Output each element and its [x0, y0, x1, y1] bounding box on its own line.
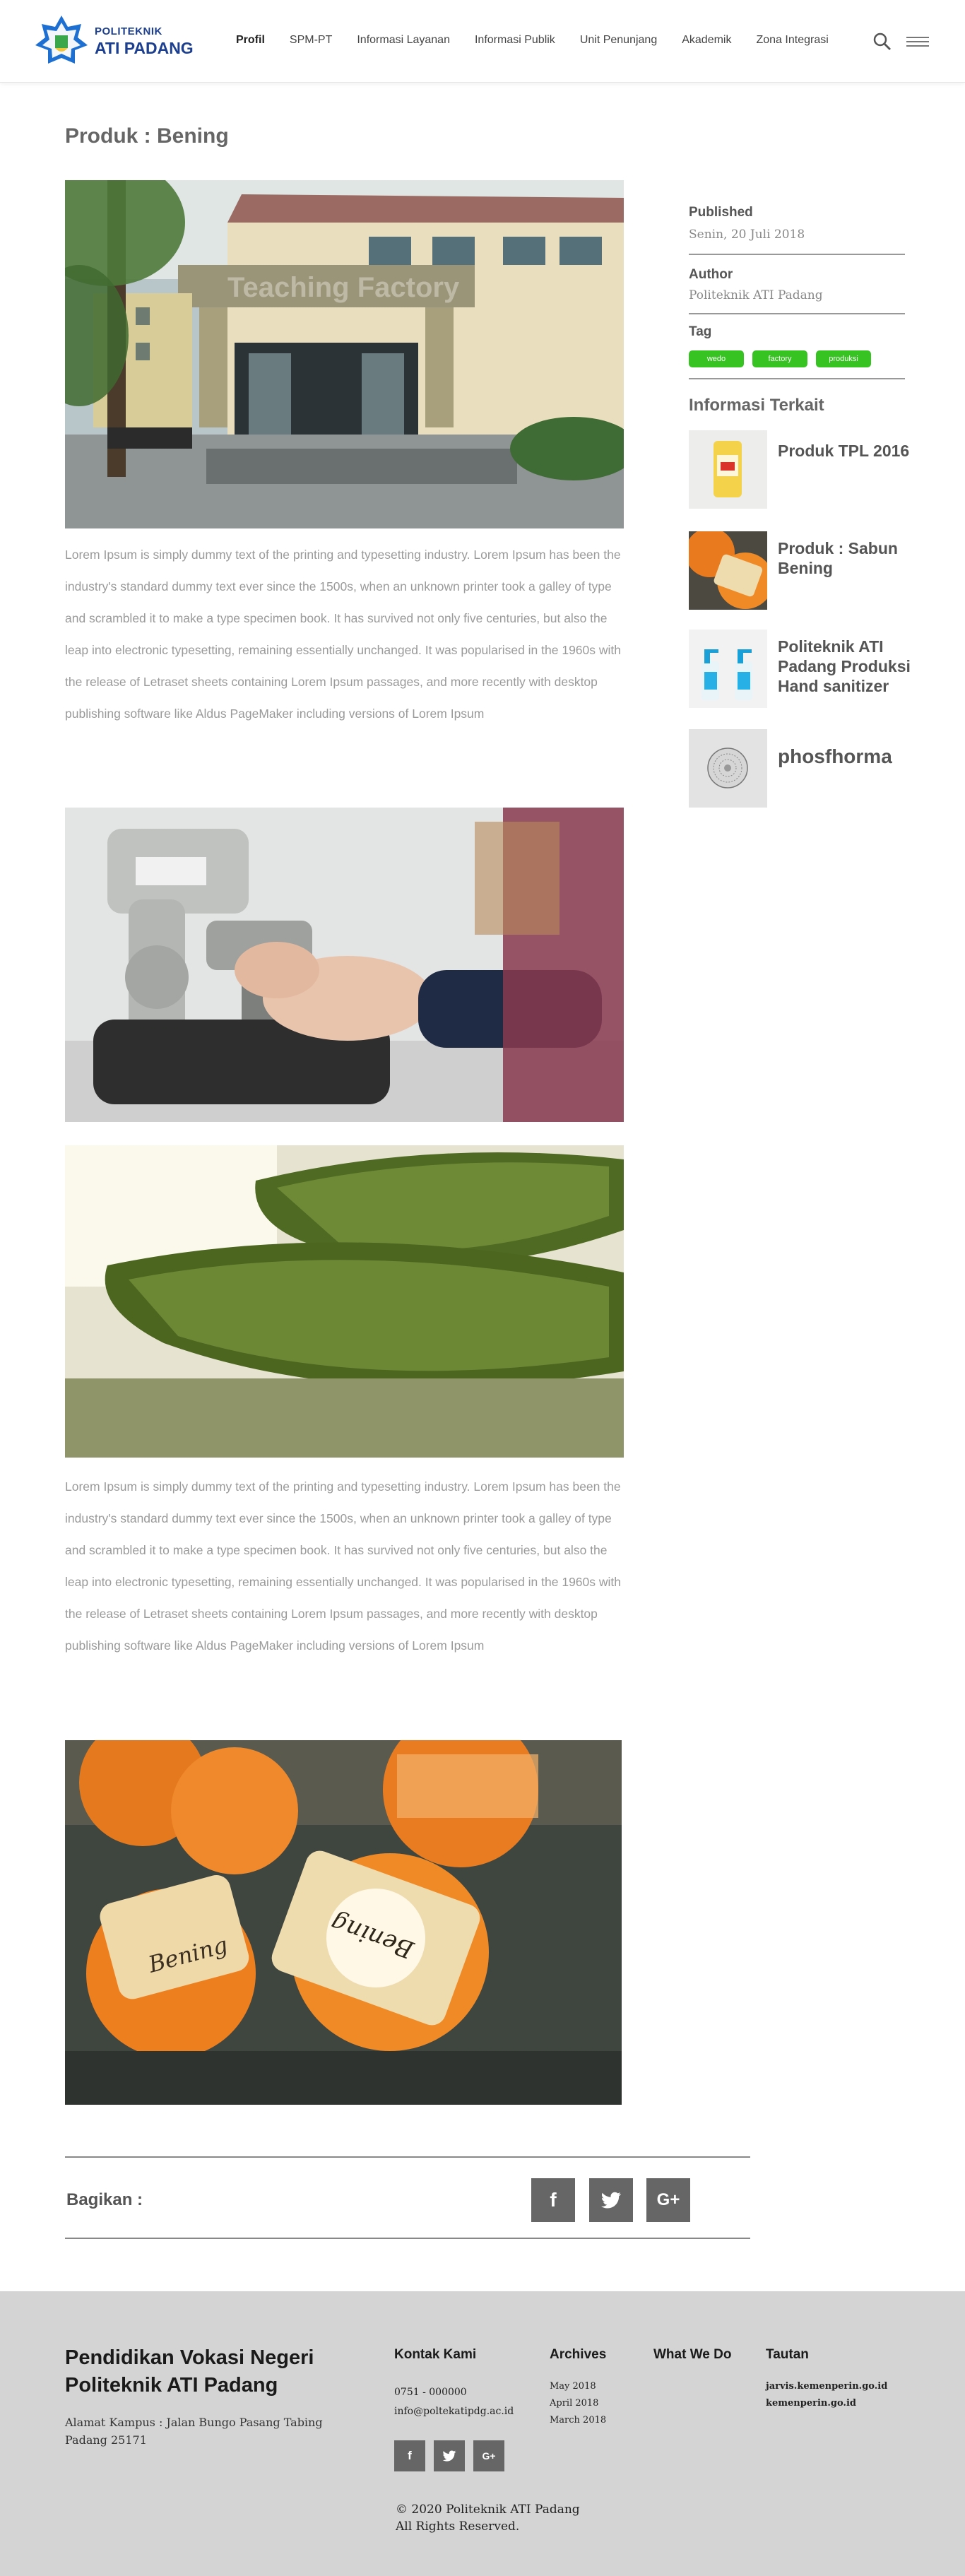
facebook-icon: f	[408, 2449, 412, 2462]
logo-emblem-icon	[35, 16, 88, 64]
hero-image-teaching-factory: Teaching Factory	[65, 180, 624, 528]
share-twitter-button[interactable]	[589, 2178, 633, 2222]
nav-zona-integrasi[interactable]: Zona Integrasi	[756, 34, 828, 47]
copyright-line1: © 2020 Politeknik ATI Padang	[396, 2503, 580, 2517]
archive-april-2018[interactable]: April 2018	[550, 2395, 598, 2412]
nav-unit-penunjang[interactable]: Unit Penunjang	[580, 34, 657, 47]
sidebar-divider	[689, 378, 905, 379]
article-paragraph-1: Lorem Ipsum is simply dummy text of the …	[65, 548, 622, 721]
related-title-phosfhorma[interactable]: phosfhorma	[778, 747, 912, 767]
hero-sign-text: Teaching Factory	[227, 272, 460, 303]
footer-contact-heading: Kontak Kami	[394, 2347, 477, 2362]
main-nav: Profil SPM-PT Informasi Layanan Informas…	[236, 34, 853, 47]
archive-march-2018[interactable]: March 2018	[550, 2412, 606, 2429]
footer-twitter-button[interactable]	[434, 2440, 465, 2471]
related-thumb-hand-sanitizer[interactable]	[689, 630, 767, 708]
tag-produksi[interactable]: produksi	[816, 350, 871, 367]
image-aloe-vera	[65, 1145, 624, 1458]
footer-title: Pendidikan Vokasi Negeri Politeknik ATI …	[65, 2346, 314, 2397]
image-bening-soap: Bening Bening	[65, 1740, 622, 2105]
twitter-icon	[442, 2450, 456, 2462]
tag-factory[interactable]: factory	[752, 350, 807, 367]
copyright-line2: All Rights Reserved.	[396, 2519, 520, 2534]
related-thumb-phosfhorma[interactable]	[689, 729, 767, 808]
share-divider-top	[65, 2156, 750, 2158]
nav-profil[interactable]: Profil	[236, 34, 265, 47]
published-date: Senin, 20 Juli 2018	[689, 228, 805, 242]
nav-informasi-publik[interactable]: Informasi Publik	[475, 34, 555, 47]
footer-link-jarvis[interactable]: jarvis.kemenperin.go.id	[766, 2378, 887, 2395]
published-label: Published	[689, 205, 753, 220]
sidebar-divider	[689, 313, 905, 314]
share-googleplus-button[interactable]: G+	[646, 2178, 690, 2222]
footer-email[interactable]: info@poltekatipdg.ac.id	[394, 2402, 514, 2421]
footer-address: Alamat Kampus : Jalan Bungo Pasang Tabin…	[65, 2416, 323, 2447]
site-logo[interactable]	[34, 14, 89, 65]
nav-akademik[interactable]: Akademik	[682, 34, 731, 47]
page-title: Produk : Bening	[65, 124, 229, 148]
tag-wedo[interactable]: wedo	[689, 350, 744, 367]
footer-whatwedo-heading: What We Do	[653, 2347, 732, 2362]
facebook-icon: f	[550, 2189, 557, 2211]
author-name: Politeknik ATI Padang	[689, 288, 823, 302]
hamburger-menu-icon[interactable]	[906, 35, 929, 48]
related-thumb-tpl[interactable]	[689, 430, 767, 509]
footer-link-kemenperin[interactable]: kemenperin.go.id	[766, 2395, 856, 2412]
footer-copyright: © 2020 Politeknik ATI Padang All Rights …	[396, 2501, 580, 2535]
footer-archives-heading: Archives	[550, 2347, 607, 2362]
google-plus-icon: G+	[656, 2190, 680, 2209]
nav-spm-pt[interactable]: SPM-PT	[290, 34, 332, 47]
share-label: Bagikan :	[66, 2190, 143, 2209]
google-plus-icon: G+	[482, 2450, 496, 2462]
image-microscope-lab	[65, 808, 624, 1122]
tag-label: Tag	[689, 324, 712, 339]
footer-googleplus-button[interactable]: G+	[473, 2440, 504, 2471]
sidebar-divider	[689, 254, 905, 255]
search-icon[interactable]	[873, 33, 892, 51]
footer-facebook-button[interactable]: f	[394, 2440, 425, 2471]
share-divider-bottom	[65, 2238, 750, 2239]
related-thumb-sabun-bening[interactable]	[689, 531, 767, 610]
site-footer: Pendidikan Vokasi Negeri Politeknik ATI …	[0, 2291, 965, 2576]
brand-line2: ATI PADANG	[95, 39, 194, 57]
author-label: Author	[689, 267, 733, 282]
nav-informasi-layanan[interactable]: Informasi Layanan	[357, 34, 450, 47]
share-facebook-button[interactable]: f	[531, 2178, 575, 2222]
twitter-icon	[600, 2192, 621, 2209]
site-brand[interactable]: POLITEKNIK ATI PADANG	[95, 25, 194, 58]
brand-line1: POLITEKNIK	[95, 25, 162, 37]
related-title-sabun-bening[interactable]: Produk : Sabun Bening	[778, 538, 912, 578]
footer-links-heading: Tautan	[766, 2347, 809, 2362]
site-header: POLITEKNIK ATI PADANG Profil SPM-PT Info…	[0, 0, 965, 83]
article-paragraph-2: Lorem Ipsum is simply dummy text of the …	[65, 1479, 622, 1653]
footer-phone: 0751 - 000000	[394, 2387, 467, 2398]
related-heading: Informasi Terkait	[689, 396, 824, 415]
archive-may-2018[interactable]: May 2018	[550, 2378, 596, 2395]
related-title-hand-sanitizer[interactable]: Politeknik ATI Padang Produksi Hand sani…	[778, 637, 912, 696]
related-title-tpl[interactable]: Produk TPL 2016	[778, 441, 912, 461]
